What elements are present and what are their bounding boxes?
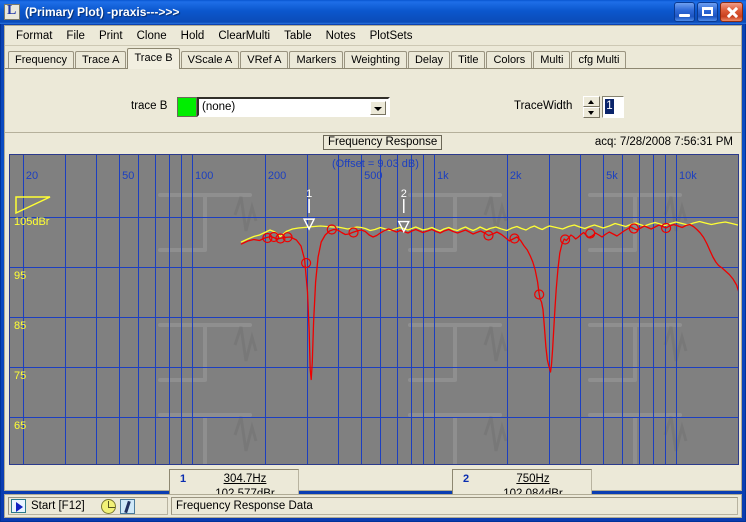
menu-item-plotsets[interactable]: PlotSets <box>363 28 420 44</box>
trace-width-label: TraceWidth <box>514 100 572 112</box>
tab-multi[interactable]: Multi <box>533 51 570 68</box>
praxis-logo-icon <box>4 4 20 20</box>
marker-1-frequency: 304.7Hz <box>170 473 298 485</box>
menu-item-notes[interactable]: Notes <box>319 28 363 44</box>
tab-trace-a[interactable]: Trace A <box>75 51 127 68</box>
tab-frequency[interactable]: Frequency <box>8 51 74 68</box>
svg-text:1: 1 <box>306 188 312 200</box>
menu-bar: Format File Print Clone Hold ClearMulti … <box>5 26 741 46</box>
tab-cfg-multi[interactable]: cfg Multi <box>571 51 626 68</box>
menu-item-table[interactable]: Table <box>277 28 319 44</box>
praxis-window: (Primary Plot) -praxis--->>> Format File… <box>0 0 746 522</box>
svg-text:2k: 2k <box>510 170 522 182</box>
frequency-response-plot[interactable]: 20 50 100 200 500 1k 2k 5k 10k (Offset = 9.03 dB)… <box>9 154 739 465</box>
tab-markers[interactable]: Markers <box>289 51 343 68</box>
acquisition-timestamp: acq: 7/28/2008 7:56:31 PM <box>595 136 733 148</box>
client-area: Format File Print Clone Hold ClearMulti … <box>4 25 742 491</box>
menu-item-print[interactable]: Print <box>92 28 130 44</box>
tab-vref-a[interactable]: VRef A <box>240 51 288 68</box>
svg-text:50: 50 <box>122 170 134 182</box>
menu-item-format[interactable]: Format <box>9 28 59 44</box>
svg-text:100: 100 <box>195 170 213 182</box>
play-icon[interactable] <box>11 499 26 513</box>
svg-text:2: 2 <box>401 188 407 200</box>
trace-b-selected-value: (none) <box>202 101 235 113</box>
svg-text:10k: 10k <box>679 170 697 182</box>
start-cell[interactable]: Start [F12] <box>8 497 168 515</box>
trace-b-select[interactable]: (none) <box>197 97 390 117</box>
chevron-down-icon[interactable] <box>370 101 386 115</box>
response-title-button[interactable]: Frequency Response <box>323 135 442 150</box>
close-button[interactable] <box>720 2 743 22</box>
window-buttons <box>674 2 743 22</box>
trace-b-label: trace B <box>131 100 167 112</box>
svg-text:85: 85 <box>14 320 26 332</box>
menu-item-file[interactable]: File <box>59 28 92 44</box>
stepper-up-icon[interactable] <box>583 96 600 107</box>
tab-colors[interactable]: Colors <box>486 51 532 68</box>
trace-width-value: 1 <box>605 99 614 114</box>
status-data-label: Frequency Response Data <box>176 500 313 512</box>
plot-canvas[interactable]: 20 50 100 200 500 1k 2k 5k 10k (Offset = 9.03 dB)… <box>10 155 738 464</box>
stepper-down-icon[interactable] <box>583 107 600 118</box>
status-bar: Start [F12] Frequency Response Data <box>4 494 742 518</box>
tab-title[interactable]: Title <box>451 51 485 68</box>
svg-text:200: 200 <box>268 170 286 182</box>
menu-item-clone[interactable]: Clone <box>130 28 174 44</box>
tab-delay[interactable]: Delay <box>408 51 450 68</box>
trace-red <box>241 225 738 380</box>
menu-item-hold[interactable]: Hold <box>174 28 212 44</box>
start-label: Start [F12] <box>31 500 85 512</box>
svg-text:105dBr: 105dBr <box>14 216 50 228</box>
plot-marker-1: 1 <box>304 188 314 229</box>
trace-b-color-swatch[interactable] <box>177 97 197 117</box>
minimize-button[interactable] <box>674 2 695 22</box>
tab-vscale-a[interactable]: VScale A <box>181 51 240 68</box>
status-data-cell: Frequency Response Data <box>171 497 738 515</box>
tab-strip: Frequency Trace A Trace B VScale A VRef … <box>5 47 741 68</box>
trace-width-input[interactable]: 1 <box>602 96 624 118</box>
pie-chart-icon[interactable] <box>101 499 116 514</box>
maximize-button[interactable] <box>697 2 718 22</box>
svg-text:(Offset = 9.03 dB): (Offset = 9.03 dB) <box>332 158 419 170</box>
tab-trace-b[interactable]: Trace B <box>127 48 179 69</box>
title-bar: (Primary Plot) -praxis--->>> <box>0 0 746 24</box>
trace-width-stepper[interactable] <box>583 96 600 118</box>
svg-text:65: 65 <box>14 420 26 432</box>
pen-icon[interactable] <box>120 499 135 514</box>
marker-2-frequency: 750Hz <box>453 473 591 485</box>
svg-text:95: 95 <box>14 270 26 282</box>
plot-marker-2: 2 <box>399 188 409 232</box>
tab-weighting[interactable]: Weighting <box>344 51 407 68</box>
svg-text:500: 500 <box>364 170 382 182</box>
svg-text:20: 20 <box>26 170 38 182</box>
menu-item-clearmulti[interactable]: ClearMulti <box>211 28 277 44</box>
svg-text:1k: 1k <box>437 170 449 182</box>
window-title: (Primary Plot) -praxis--->>> <box>25 5 179 19</box>
svg-text:75: 75 <box>14 370 26 382</box>
svg-text:5k: 5k <box>606 170 618 182</box>
